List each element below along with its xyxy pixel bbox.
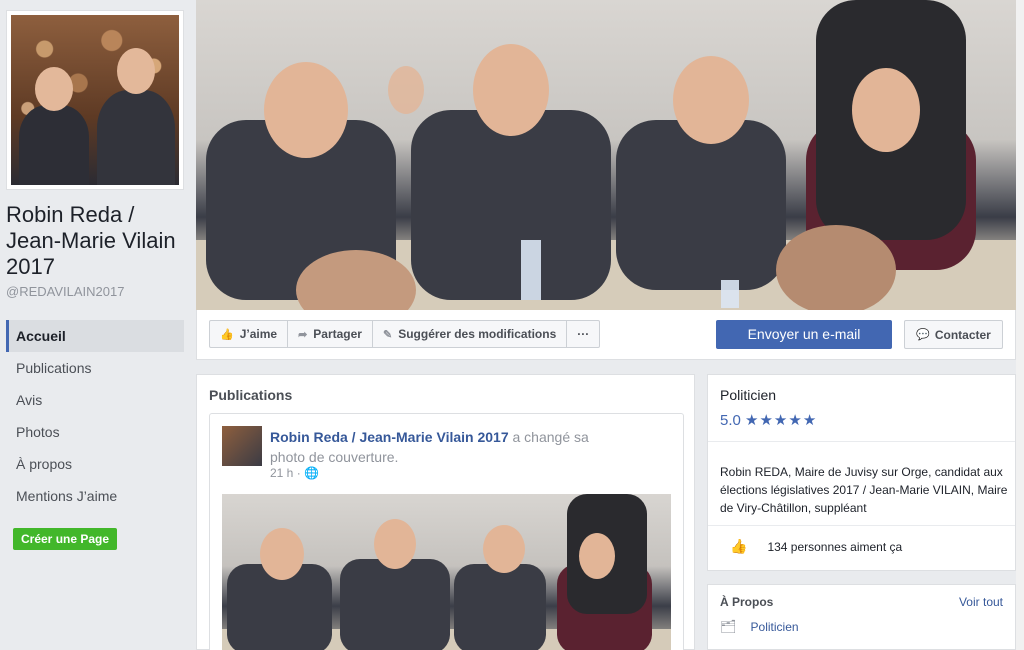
contact-label: Contacter <box>934 327 991 342</box>
message-bubble-icon: 💬 <box>916 329 930 341</box>
like-label: J’aime <box>239 327 278 341</box>
about-card: À Propos Voir tout 🗂 Politicien <box>707 584 1016 650</box>
sidebar-item-photos[interactable]: Photos <box>6 416 184 448</box>
about-title: À Propos <box>720 595 774 609</box>
star-rating-icon: ★★★★★ <box>745 412 818 429</box>
post-header-text: Robin Reda / Jean-Marie Vilain 2017 a ch… <box>270 427 610 467</box>
globe-icon: 🌐 <box>304 466 319 480</box>
publications-section: Publications Robin Reda / Jean-Marie Vil… <box>196 374 695 650</box>
pencil-icon: ✎ <box>382 328 393 341</box>
page-title: Robin Reda / Jean-Marie Vilain 2017 <box>6 202 176 279</box>
page-action-bar: 👍 J’aime ➦ Partager ✎ Suggérer des modif… <box>196 310 1016 360</box>
info-divider <box>708 441 1015 442</box>
sidebar-item-mentions-jaime[interactable]: Mentions J’aime <box>6 480 184 512</box>
post-image[interactable] <box>222 494 671 650</box>
suggest-edits-button[interactable]: ✎ Suggérer des modifications <box>373 321 568 347</box>
post-card: Robin Reda / Jean-Marie Vilain 2017 a ch… <box>209 413 684 650</box>
thumbs-up-icon: 👍 <box>730 538 748 554</box>
sidebar-item-accueil[interactable]: Accueil <box>6 320 184 352</box>
profile-person-left <box>19 67 89 185</box>
see-all-link[interactable]: Voir tout <box>959 595 1003 609</box>
post-author-avatar[interactable] <box>222 426 262 466</box>
profile-person-right <box>97 48 175 185</box>
share-button[interactable]: ➦ Partager <box>288 321 373 347</box>
share-label: Partager <box>313 327 362 341</box>
page-likes[interactable]: 👍 134 personnes aiment ça <box>730 538 902 555</box>
about-category-label: Politicien <box>750 620 799 634</box>
share-arrow-icon: ➦ <box>298 328 308 341</box>
likes-count: 134 personnes aiment ça <box>767 539 903 554</box>
send-email-button[interactable]: Envoyer un e-mail <box>716 320 892 349</box>
page-description: Robin REDA, Maire de Juvisy sur Orge, ca… <box>720 465 1008 515</box>
post-meta: 21 h · 🌐 <box>270 466 319 480</box>
suggest-label: Suggérer des modifications <box>398 327 557 341</box>
sidebar-nav: Accueil Publications Avis Photos À propo… <box>6 320 184 512</box>
action-button-group: 👍 J’aime ➦ Partager ✎ Suggérer des modif… <box>209 320 601 348</box>
profile-photo <box>11 15 179 185</box>
page-handle[interactable]: @REDAVILAIN2017 <box>6 284 124 299</box>
rating-value: 5.0 <box>720 412 741 429</box>
publications-title: Publications <box>209 387 293 403</box>
thumbs-up-icon: 👍 <box>220 328 234 341</box>
page-rating[interactable]: 5.0 ★★★★★ <box>720 411 817 429</box>
more-options-button[interactable]: ··· <box>567 321 599 347</box>
scrollbar[interactable] <box>1016 0 1024 650</box>
about-category[interactable]: 🗂 Politicien <box>720 619 799 635</box>
briefcase-icon: 🗂 <box>720 619 737 634</box>
like-button[interactable]: 👍 J’aime <box>210 321 289 347</box>
cover-photo[interactable] <box>196 0 1016 310</box>
info-divider-2 <box>708 525 1015 526</box>
ellipsis-icon: ··· <box>577 327 590 341</box>
profile-picture[interactable] <box>6 10 184 190</box>
sidebar-item-a-propos[interactable]: À propos <box>6 448 184 480</box>
cover-photo-illustration <box>196 0 1016 310</box>
page-info-card: Politicien 5.0 ★★★★★ Robin REDA, Maire d… <box>707 374 1016 571</box>
sidebar-item-publications[interactable]: Publications <box>6 352 184 384</box>
contact-button[interactable]: 💬 Contacter <box>904 320 1003 349</box>
left-sidebar: Robin Reda / Jean-Marie Vilain 2017 @RED… <box>0 0 196 650</box>
post-timestamp[interactable]: 21 h · <box>270 466 304 480</box>
sidebar-item-avis[interactable]: Avis <box>6 384 184 416</box>
page-category: Politicien <box>720 387 777 403</box>
post-author-link[interactable]: Robin Reda / Jean-Marie Vilain 2017 <box>270 429 509 445</box>
post-image-illustration <box>222 494 671 650</box>
create-page-button[interactable]: Créer une Page <box>13 528 118 550</box>
